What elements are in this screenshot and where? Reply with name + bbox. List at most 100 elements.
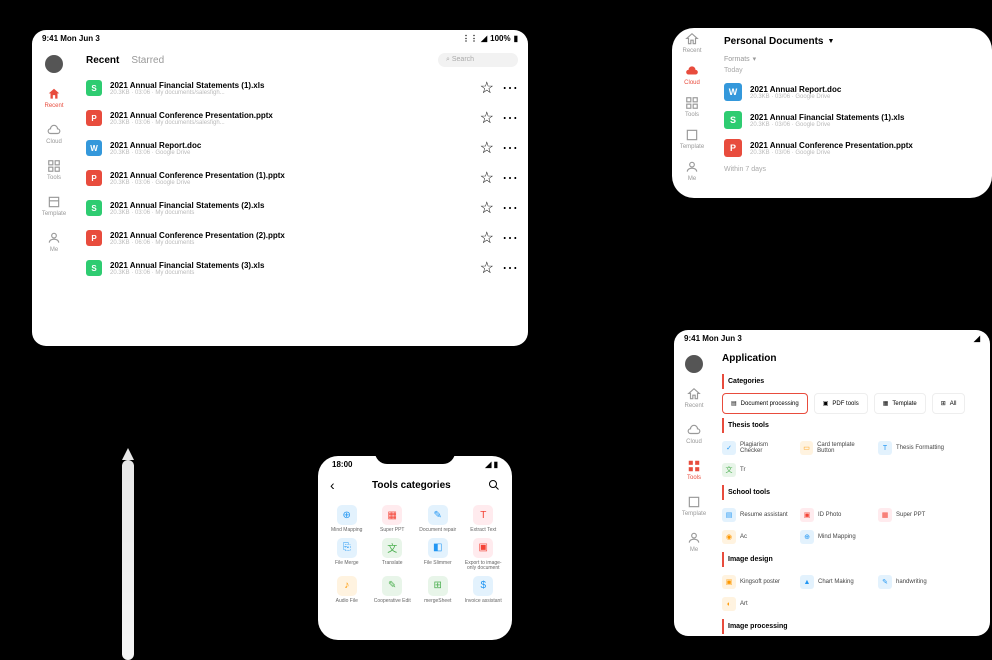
- sidebar-item-tools[interactable]: Tools: [685, 96, 699, 118]
- category-button[interactable]: ⊞All: [932, 393, 966, 414]
- category-button[interactable]: ▦Template: [874, 393, 926, 414]
- tool-item[interactable]: TExtract Text: [463, 505, 505, 534]
- sidebar-item-tools[interactable]: Tools: [47, 159, 61, 181]
- category-label: Template: [892, 401, 916, 407]
- tool-label: Resume assistant: [740, 512, 788, 518]
- tablet-device-2: 9:41 Mon Jun 3 ◢ Recent Cloud Tools Temp…: [662, 318, 992, 648]
- file-row[interactable]: S 2021 Annual Financial Statements (1).x…: [86, 73, 518, 103]
- status-bar: 9:41 Mon Jun 3 ◢: [674, 330, 990, 347]
- category-label: All: [950, 401, 957, 407]
- sidebar-item-tools[interactable]: Tools: [687, 459, 701, 481]
- file-row[interactable]: S 2021 Annual Financial Statements (3).x…: [86, 253, 518, 283]
- more-icon[interactable]: ⋯: [502, 138, 518, 158]
- sidebar-label: Recent: [44, 103, 63, 109]
- tool-item[interactable]: ▲Chart Making: [800, 575, 870, 589]
- tool-item[interactable]: ▤Resume assistant: [722, 508, 792, 522]
- tool-item[interactable]: 文Translate: [372, 538, 414, 572]
- template-icon: [687, 495, 701, 509]
- sidebar-item-me[interactable]: Me: [685, 160, 699, 182]
- tool-label: Ac: [740, 534, 747, 540]
- tool-item[interactable]: ▣Kingsoft poster: [722, 575, 792, 589]
- star-icon[interactable]: ☆: [480, 168, 494, 188]
- tool-item[interactable]: ◉Ac: [722, 530, 792, 544]
- star-icon[interactable]: ☆: [480, 228, 494, 248]
- tool-item[interactable]: ▣Export to image-only document: [463, 538, 505, 572]
- file-row[interactable]: P 2021 Annual Conference Presentation.pp…: [86, 103, 518, 133]
- more-icon[interactable]: ⋯: [502, 228, 518, 248]
- category-button[interactable]: ▤Document processing: [722, 393, 808, 414]
- tab-starred[interactable]: Starred: [131, 55, 164, 66]
- star-icon[interactable]: ☆: [480, 108, 494, 128]
- file-name: 2021 Annual Report.doc: [110, 141, 472, 150]
- sidebar-label: Recent: [682, 48, 701, 54]
- tool-label: handwriting: [896, 579, 927, 585]
- more-icon[interactable]: ⋯: [502, 198, 518, 218]
- star-icon[interactable]: ☆: [480, 198, 494, 218]
- tool-label: Plagiarism Checker: [740, 442, 792, 454]
- tool-item[interactable]: ✎Document repair: [417, 505, 459, 534]
- tool-item[interactable]: ⎘File Merge: [326, 538, 368, 572]
- tool-item[interactable]: ▦Super PPT: [372, 505, 414, 534]
- tool-label: Cooperative Edit: [374, 599, 411, 605]
- page-title: Tools categories: [372, 480, 451, 491]
- tab-recent[interactable]: Recent: [86, 55, 119, 66]
- status-bar: 9:41 Mon Jun 3 ⋮⋮ ◢ 100% ▮: [32, 30, 528, 47]
- star-icon[interactable]: ☆: [480, 78, 494, 98]
- tool-item[interactable]: ▣ID Photo: [800, 508, 870, 522]
- file-row[interactable]: S 2021 Annual Financial Statements (2).x…: [86, 193, 518, 223]
- category-button[interactable]: ▣PDF tools: [814, 393, 868, 414]
- file-row[interactable]: P 2021 Annual Conference Presentation (1…: [86, 163, 518, 193]
- tool-item[interactable]: $Invoice assistant: [463, 576, 505, 605]
- tool-item[interactable]: ◧File Slimmer: [417, 538, 459, 572]
- tool-label: Mind Mapping: [331, 528, 362, 534]
- formats-dropdown[interactable]: Formats ▾: [712, 55, 992, 63]
- search-icon[interactable]: [488, 479, 500, 491]
- tool-item[interactable]: ⊕Mind Mapping: [326, 505, 368, 534]
- sidebar-item-template[interactable]: Template: [680, 128, 704, 150]
- file-row[interactable]: W 2021 Annual Report.doc20.3KB · 03/06 ·…: [712, 78, 992, 106]
- search-input[interactable]: ⌕ Search: [438, 53, 518, 67]
- more-icon[interactable]: ⋯: [502, 108, 518, 128]
- sidebar-item-recent[interactable]: Recent: [682, 32, 701, 54]
- tool-item[interactable]: ⊕Mind Mapping: [800, 530, 870, 544]
- sidebar-item-cloud[interactable]: Cloud: [46, 123, 62, 145]
- cloud-icon: [685, 64, 699, 78]
- file-name: 2021 Annual Conference Presentation.pptx: [110, 111, 472, 120]
- file-row[interactable]: P 2021 Annual Conference Presentation.pp…: [712, 134, 992, 162]
- tool-item[interactable]: TThesis Formatting: [878, 441, 948, 455]
- tool-item[interactable]: ✎handwriting: [878, 575, 948, 589]
- file-row[interactable]: P 2021 Annual Conference Presentation (2…: [86, 223, 518, 253]
- file-meta: 20.3KB · 06:06 · My documents: [110, 240, 472, 246]
- star-icon[interactable]: ☆: [480, 138, 494, 158]
- sidebar-item-me[interactable]: Me: [47, 231, 61, 253]
- tool-item[interactable]: ▭Card template Button: [800, 441, 870, 455]
- tool-item[interactable]: ✓Plagiarism Checker: [722, 441, 792, 455]
- tool-label: Export to image-only document: [463, 561, 505, 572]
- tool-item[interactable]: ✎Cooperative Edit: [372, 576, 414, 605]
- star-icon[interactable]: ☆: [480, 258, 494, 278]
- tool-item[interactable]: 文Tr: [722, 463, 792, 477]
- file-row[interactable]: S 2021 Annual Financial Statements (1).x…: [712, 106, 992, 134]
- file-meta: 20.3KB · 03/06 · Google Drive: [750, 94, 841, 100]
- tool-item[interactable]: ▦Super PPT: [878, 508, 948, 522]
- avatar[interactable]: [45, 55, 63, 73]
- sidebar-item-cloud[interactable]: Cloud: [684, 64, 700, 86]
- dropdown-title[interactable]: Personal Documents ▼: [712, 28, 992, 55]
- tool-item[interactable]: ♪Audio File: [326, 576, 368, 605]
- file-name: 2021 Annual Report.doc: [750, 85, 841, 94]
- tool-item[interactable]: ◐Art: [722, 597, 792, 611]
- back-button[interactable]: ‹: [330, 477, 335, 493]
- sidebar-item-recent[interactable]: Recent: [684, 387, 703, 409]
- avatar[interactable]: [685, 355, 703, 373]
- sidebar-item-cloud[interactable]: Cloud: [686, 423, 702, 445]
- sidebar-item-template[interactable]: Template: [42, 195, 66, 217]
- sidebar-item-me[interactable]: Me: [687, 531, 701, 553]
- more-icon[interactable]: ⋯: [502, 258, 518, 278]
- file-row[interactable]: W 2021 Annual Report.doc20.3KB · 03:06 ·…: [86, 133, 518, 163]
- tool-icon: ⎘: [337, 538, 357, 558]
- tool-item[interactable]: ⊞mergeSheet: [417, 576, 459, 605]
- more-icon[interactable]: ⋯: [502, 78, 518, 98]
- sidebar-item-template[interactable]: Template: [682, 495, 706, 517]
- more-icon[interactable]: ⋯: [502, 168, 518, 188]
- sidebar-item-recent[interactable]: Recent: [44, 87, 63, 109]
